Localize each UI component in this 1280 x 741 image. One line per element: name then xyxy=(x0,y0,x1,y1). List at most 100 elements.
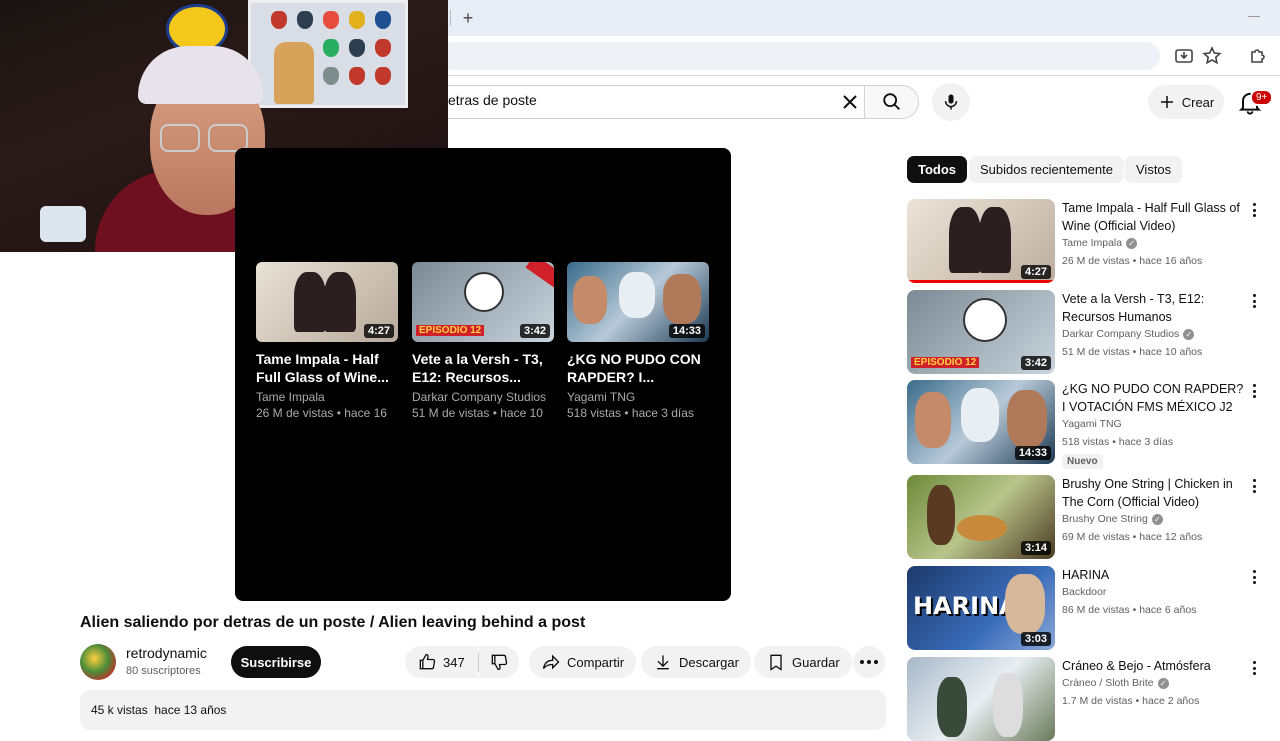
like-button[interactable]: 347 xyxy=(405,646,478,678)
chip-watched[interactable]: Vistos xyxy=(1125,156,1183,183)
share-label: Compartir xyxy=(567,654,625,670)
end-card-thumbnail[interactable]: 14:33 xyxy=(567,262,709,342)
related-channel[interactable]: Cráneo / Sloth Brite ✓ xyxy=(1062,677,1169,689)
video-player[interactable]: 4:27 Tame Impala - Half Full Glass of Wi… xyxy=(235,148,731,601)
channel-avatar[interactable] xyxy=(80,644,116,680)
duration-label: 3:14 xyxy=(1020,541,1051,555)
end-card-meta: 26 M de vistas • hace 16 xyxy=(256,406,387,420)
related-meta: 86 M de vistas • hace 6 años xyxy=(1062,604,1197,616)
share-button[interactable]: Compartir xyxy=(529,646,637,678)
related-channel-name: Darkar Company Studios xyxy=(1062,328,1180,340)
install-app-icon[interactable] xyxy=(1172,44,1196,68)
end-card-channel: Tame Impala xyxy=(256,390,325,404)
kebab-menu-icon[interactable] xyxy=(1247,382,1261,400)
glasses-left-lens xyxy=(160,124,200,152)
end-card-meta: 518 vistas • hace 3 días xyxy=(567,406,694,420)
thumbs-up-icon xyxy=(419,653,436,670)
end-card-thumbnail[interactable]: EPISODIO 12 3:42 xyxy=(412,262,554,342)
upload-date: hace 13 años xyxy=(154,703,227,717)
end-card[interactable]: EPISODIO 12 3:42 Vete a la Versh - T3, E… xyxy=(412,262,554,421)
related-title[interactable]: HARINA xyxy=(1062,566,1244,584)
end-card-channel: Yagami TNG xyxy=(567,390,636,404)
create-label: Crear xyxy=(1181,94,1215,110)
microphone-icon xyxy=(944,94,958,110)
related-channel-name: Brushy One String xyxy=(1062,513,1148,525)
related-channel[interactable]: Yagami TNG xyxy=(1062,418,1122,430)
new-badge: Nuevo xyxy=(1062,454,1103,469)
search-query-text: etras de poste xyxy=(448,92,537,108)
new-tab-button[interactable]: + xyxy=(458,8,478,28)
subscribe-button[interactable]: Suscribirse xyxy=(231,646,321,678)
download-button[interactable]: Descargar xyxy=(641,646,751,678)
end-card-title[interactable]: Tame Impala - Half Full Glass of Wine... xyxy=(256,350,398,386)
end-card[interactable]: 14:33 ¿KG NO PUDO CON RAPDER? I... Yagam… xyxy=(567,262,709,421)
kebab-menu-icon[interactable] xyxy=(1247,292,1261,310)
related-channel[interactable]: Brushy One String ✓ xyxy=(1062,513,1163,525)
related-thumbnail[interactable]: HARINA 3:03 xyxy=(907,566,1055,650)
save-button[interactable]: Guardar xyxy=(754,646,852,678)
related-channel[interactable]: Backdoor xyxy=(1062,586,1106,598)
related-video-item[interactable]: 14:33 ¿KG NO PUDO CON RAPDER? I VOTACIÓN… xyxy=(907,380,1267,469)
channel-name[interactable]: retrodynamic xyxy=(126,645,207,661)
related-title[interactable]: Tame Impala - Half Full Glass of Wine (O… xyxy=(1062,199,1244,235)
related-title[interactable]: Vete a la Versh - T3, E12: Recursos Huma… xyxy=(1062,290,1244,326)
kebab-menu-icon[interactable] xyxy=(1247,201,1261,219)
related-meta: 518 vistas • hace 3 días xyxy=(1062,436,1174,448)
related-thumbnail[interactable]: 14:33 xyxy=(907,380,1055,464)
related-title[interactable]: ¿KG NO PUDO CON RAPDER? I VOTACIÓN FMS M… xyxy=(1062,380,1244,416)
voice-search-button[interactable] xyxy=(932,83,970,121)
more-actions-button[interactable] xyxy=(853,646,885,678)
extensions-icon[interactable] xyxy=(1246,44,1270,68)
related-thumbnail[interactable]: 3:14 xyxy=(907,475,1055,559)
desk-lamp xyxy=(40,206,86,242)
end-card[interactable]: 4:27 Tame Impala - Half Full Glass of Wi… xyxy=(256,262,398,421)
related-video-item[interactable]: HARINA 3:03 HARINA Backdoor 86 M de vist… xyxy=(907,566,1267,650)
share-arrow-icon xyxy=(542,654,560,670)
related-thumbnail[interactable]: 4:27 xyxy=(907,199,1055,283)
kebab-menu-icon[interactable] xyxy=(1247,477,1261,495)
download-label: Descargar xyxy=(679,654,739,670)
chip-recent-uploads[interactable]: Subidos recientemente xyxy=(969,156,1124,183)
search-button[interactable] xyxy=(864,85,919,119)
related-video-item[interactable]: Cráneo & Bejo - Atmósfera Cráneo / Sloth… xyxy=(907,657,1267,741)
related-title[interactable]: Cráneo & Bejo - Atmósfera xyxy=(1062,657,1244,675)
end-card-title[interactable]: ¿KG NO PUDO CON RAPDER? I... xyxy=(567,350,709,386)
like-count: 347 xyxy=(443,654,465,670)
save-label: Guardar xyxy=(792,654,840,670)
verified-check-icon: ✓ xyxy=(1126,237,1138,249)
search-icon xyxy=(882,93,900,110)
minimize-button[interactable] xyxy=(1248,16,1260,17)
kebab-menu-icon[interactable] xyxy=(1247,659,1261,677)
related-thumbnail[interactable]: EPISODIO 12 3:42 xyxy=(907,290,1055,374)
create-button[interactable]: Crear xyxy=(1148,85,1224,119)
related-channel-name: Yagami TNG xyxy=(1062,418,1122,430)
duration-label: 3:42 xyxy=(519,324,550,338)
badges-board xyxy=(248,0,408,108)
end-card-meta: 51 M de vistas • hace 10 xyxy=(412,406,543,420)
related-channel-name: Cráneo / Sloth Brite xyxy=(1062,677,1154,689)
duration-label: 3:42 xyxy=(1020,356,1051,370)
verified-check-icon: ✓ xyxy=(1183,328,1195,340)
related-channel[interactable]: Darkar Company Studios ✓ xyxy=(1062,328,1195,340)
end-card-thumbnail[interactable]: 4:27 xyxy=(256,262,398,342)
clear-search-icon[interactable] xyxy=(838,90,862,114)
end-card-channel: Darkar Company Studios xyxy=(412,390,547,404)
person-cap xyxy=(138,46,263,104)
toy-figure xyxy=(274,42,314,104)
related-video-item[interactable]: 4:27 Tame Impala - Half Full Glass of Wi… xyxy=(907,199,1267,283)
related-video-item[interactable]: EPISODIO 12 3:42 Vete a la Versh - T3, E… xyxy=(907,290,1267,374)
end-card-title[interactable]: Vete a la Versh - T3, E12: Recursos... xyxy=(412,350,554,386)
kebab-menu-icon[interactable] xyxy=(1247,568,1261,586)
related-meta: 69 M de vistas • hace 12 años xyxy=(1062,531,1203,543)
related-thumbnail[interactable] xyxy=(907,657,1055,741)
address-field[interactable] xyxy=(440,42,1160,70)
related-title[interactable]: Brushy One String | Chicken in The Corn … xyxy=(1062,475,1244,511)
bookmark-star-icon[interactable] xyxy=(1200,44,1224,68)
subscriber-count: 80 suscriptores xyxy=(126,665,201,677)
related-video-item[interactable]: 3:14 Brushy One String | Chicken in The … xyxy=(907,475,1267,559)
related-channel[interactable]: Tame Impala ✓ xyxy=(1062,237,1138,249)
dislike-button[interactable] xyxy=(479,646,519,678)
related-meta: 51 M de vistas • hace 10 años xyxy=(1062,346,1203,358)
tab-separator xyxy=(450,10,451,26)
chip-todos[interactable]: Todos xyxy=(907,156,968,183)
